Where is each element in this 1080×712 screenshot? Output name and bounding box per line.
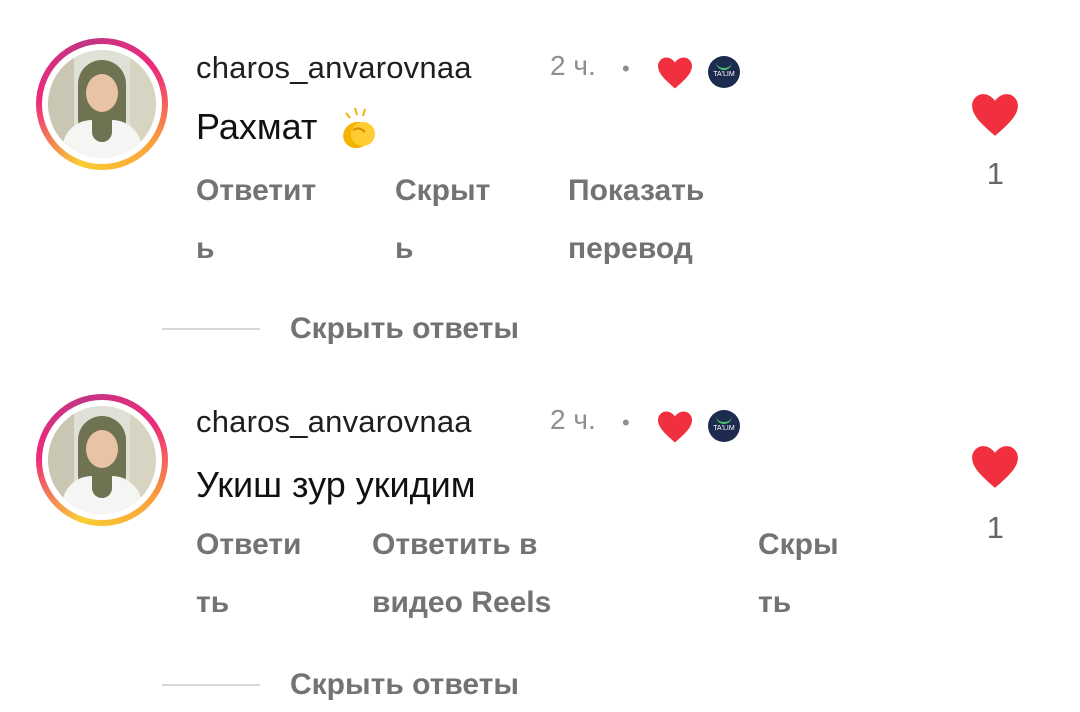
username[interactable]: charos_anvarovnaa	[196, 50, 472, 86]
separator-dot: •	[622, 410, 630, 435]
hide-button[interactable]: Скры ть	[758, 516, 839, 632]
comment-text: Рахмат	[196, 106, 381, 152]
hide-replies-button[interactable]: Скрыть ответы	[290, 312, 519, 346]
creator-heart-icon	[658, 411, 692, 443]
avatar-photo	[48, 406, 156, 514]
show-translation-button[interactable]: Показать перевод	[568, 162, 704, 278]
creator-heart-icon	[658, 57, 692, 89]
replies-divider	[162, 328, 260, 330]
creator-avatar-badge: TA'LIM	[708, 56, 740, 88]
reply-button[interactable]: Ответит ь	[196, 162, 316, 278]
replies-divider	[162, 684, 260, 686]
comment-1: charos_anvarovnaa 2 ч. • TA'LIM Рахмат О…	[0, 0, 1080, 345]
comment-text: Укиш зур укидим	[196, 464, 476, 505]
creator-avatar-badge: TA'LIM	[708, 410, 740, 442]
separator-dot: •	[622, 56, 630, 81]
comment-2: charos_anvarovnaa 2 ч. • TA'LIM Укиш зур…	[0, 356, 1080, 701]
reply-button[interactable]: Ответи ть	[196, 516, 302, 632]
avatar[interactable]	[36, 38, 168, 170]
reply-with-reels-button[interactable]: Ответить в видео Reels	[372, 516, 551, 632]
hide-replies-button[interactable]: Скрыть ответы	[290, 668, 519, 702]
username[interactable]: charos_anvarovnaa	[196, 404, 472, 440]
timestamp: 2 ч.	[550, 404, 596, 435]
like-heart-icon[interactable]	[970, 92, 1020, 138]
avatar-photo	[48, 50, 156, 158]
like-count: 1	[986, 156, 1004, 191]
hide-button[interactable]: Скрыт ь	[395, 162, 490, 278]
avatar[interactable]	[36, 394, 168, 526]
like-heart-icon[interactable]	[970, 444, 1020, 490]
like-count: 1	[986, 510, 1004, 545]
clapping-hands-icon	[343, 108, 376, 149]
timestamp: 2 ч.	[550, 50, 596, 81]
